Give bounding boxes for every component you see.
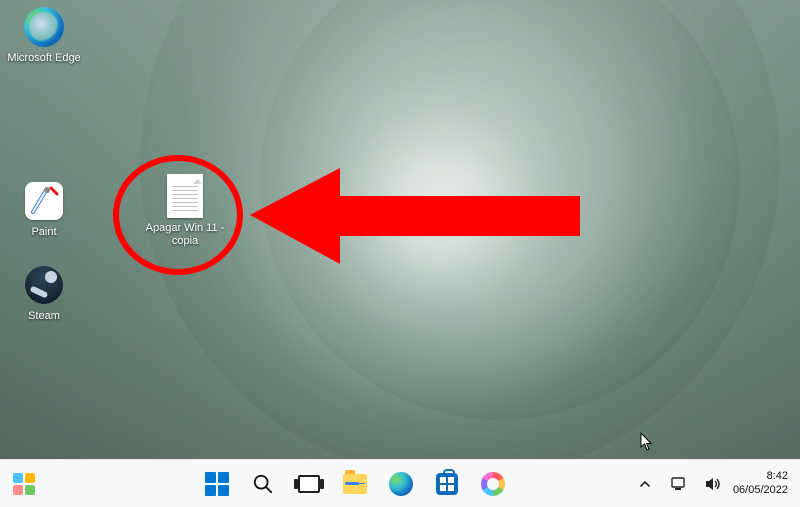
desktop-icon-paint[interactable]: Paint <box>6 180 82 239</box>
taskview-button[interactable] <box>290 465 328 503</box>
start-button[interactable] <box>198 465 236 503</box>
desktop-icon-label: Steam <box>6 310 82 323</box>
palette-icon <box>481 472 505 496</box>
file-explorer-button[interactable] <box>336 465 374 503</box>
edge-icon <box>389 472 413 496</box>
store-icon <box>436 473 458 495</box>
wallpaper-bloom <box>0 0 800 459</box>
desktop-icon-shortcut-file[interactable]: Apagar Win 11 - copia <box>142 174 228 247</box>
clock-time: 8:42 <box>733 470 788 483</box>
taskview-icon <box>298 475 320 493</box>
desktop-icon-label: Paint <box>6 226 82 239</box>
tray-chevron-button[interactable] <box>633 468 657 500</box>
network-button[interactable] <box>667 468 691 500</box>
volume-button[interactable] <box>701 468 725 500</box>
taskbar-clock[interactable]: 8:42 06/05/2022 <box>733 470 790 496</box>
clock-date: 06/05/2022 <box>733 484 788 497</box>
system-tray: 8:42 06/05/2022 <box>623 460 800 507</box>
annotation-arrow-left <box>250 160 580 280</box>
mouse-cursor-icon <box>640 432 654 452</box>
taskbar-center <box>88 460 623 507</box>
search-button[interactable] <box>244 465 282 503</box>
steam-icon <box>23 264 65 306</box>
desktop-icon-steam[interactable]: Steam <box>6 264 82 323</box>
windows-logo-icon <box>205 472 229 496</box>
widgets-button[interactable] <box>5 465 43 503</box>
taskbar: 8:42 06/05/2022 <box>0 459 800 507</box>
paint-icon <box>23 180 65 222</box>
text-file-icon <box>167 174 203 218</box>
desktop-icon-label: Apagar Win 11 - copia <box>142 222 228 247</box>
desktop[interactable]: Microsoft Edge Paint Steam Apagar Win 11… <box>0 0 800 459</box>
edge-button[interactable] <box>382 465 420 503</box>
folder-icon <box>343 474 367 494</box>
search-icon <box>252 473 274 495</box>
speaker-icon <box>704 476 722 492</box>
widgets-icon <box>13 473 35 495</box>
store-button[interactable] <box>428 465 466 503</box>
desktop-icon-label: Microsoft Edge <box>6 52 82 65</box>
edge-icon <box>23 6 65 48</box>
paint-button[interactable] <box>474 465 512 503</box>
chevron-up-icon <box>639 478 651 490</box>
desktop-icon-edge[interactable]: Microsoft Edge <box>6 6 82 65</box>
network-icon <box>670 476 688 492</box>
